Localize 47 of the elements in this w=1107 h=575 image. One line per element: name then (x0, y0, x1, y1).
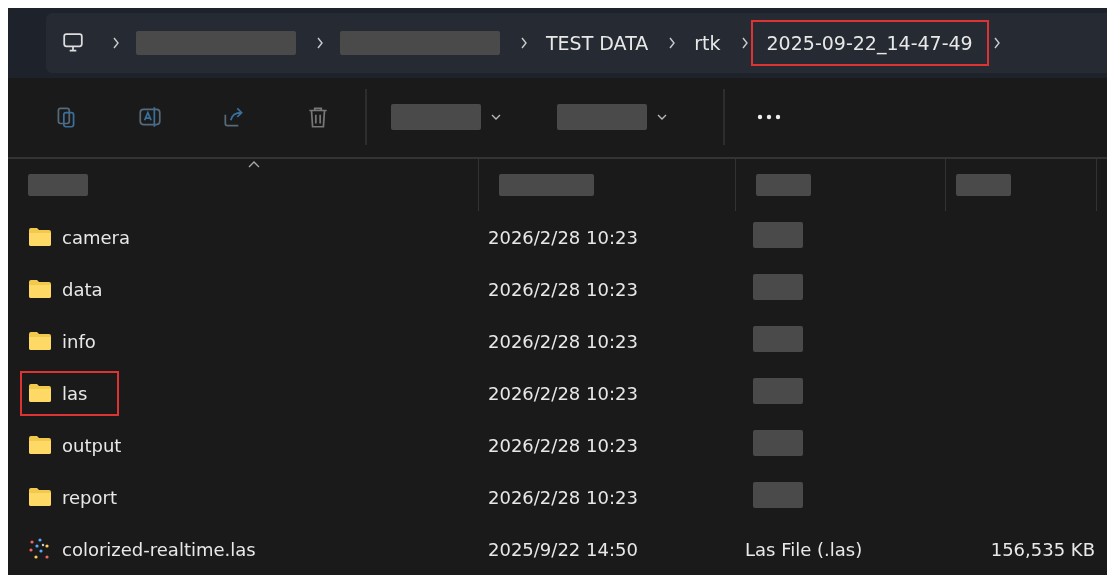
date-modified: 2026/2/28 10:23 (488, 278, 638, 300)
dropdown-button[interactable] (557, 104, 667, 131)
breadcrumb-item[interactable]: TEST DATA (530, 19, 665, 66)
file-name[interactable]: camera (20, 214, 162, 260)
file-name[interactable]: report (20, 474, 149, 520)
chevron-icon (668, 36, 677, 49)
date-modified: 2026/2/28 10:23 (488, 434, 638, 456)
folder-icon (28, 435, 52, 455)
date-modified: 2026/2/28 10:23 (488, 382, 638, 404)
folder-icon (28, 331, 52, 351)
redacted-block (28, 174, 88, 196)
file-size: 156,535 KB (990, 538, 1095, 560)
sort-caret-icon (248, 161, 260, 168)
chevron-icon (740, 36, 749, 49)
date-modified: 2025/9/22 14:50 (488, 538, 638, 560)
date-modified: 2026/2/28 10:23 (488, 226, 638, 248)
file-name[interactable]: data (20, 266, 135, 312)
caret-icon (657, 114, 667, 121)
file-name[interactable]: output (20, 422, 154, 468)
file-name[interactable]: info (20, 318, 128, 364)
date-modified: 2026/2/28 10:23 (488, 330, 638, 352)
folder-icon (28, 487, 52, 507)
chevron-icon (992, 36, 1001, 49)
folder-icon (28, 279, 52, 299)
breadcrumb-item[interactable]: 2025-09-22_14-47-49 (750, 19, 989, 66)
caret-icon (491, 114, 501, 121)
folder-icon (28, 227, 52, 247)
redacted-block (753, 274, 803, 300)
redacted-block (753, 430, 803, 456)
date-modified: 2026/2/28 10:23 (488, 486, 638, 508)
computer-icon[interactable] (62, 31, 84, 54)
file-name[interactable]: colorized-realtime.las (20, 525, 288, 573)
redacted-block (753, 326, 803, 352)
redacted-block (753, 482, 803, 508)
breadcrumb-item[interactable]: rtk (678, 19, 737, 66)
chevron-icon (112, 36, 120, 49)
redacted-block (956, 174, 1011, 196)
file-name[interactable]: las (20, 370, 120, 416)
redacted-block (753, 378, 803, 404)
file-type: Las File (.las) (745, 538, 863, 560)
chevron-icon (316, 36, 324, 49)
dropdown-button[interactable] (391, 104, 501, 131)
redacted-block (756, 174, 811, 196)
folder-icon (28, 383, 52, 403)
redacted-block (753, 222, 803, 248)
more-icon[interactable] (757, 114, 781, 121)
chevron-icon (520, 36, 528, 49)
